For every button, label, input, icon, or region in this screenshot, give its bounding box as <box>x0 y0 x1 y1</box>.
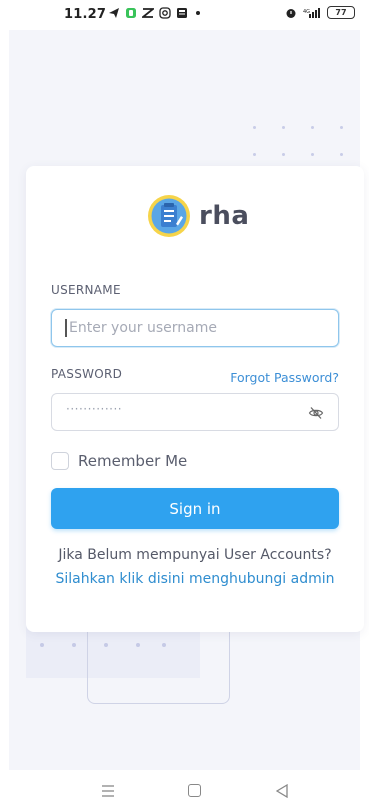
username-input[interactable]: Enter your username <box>51 309 339 347</box>
password-value: ············· <box>66 402 123 416</box>
brand-name: rha <box>199 201 250 231</box>
battery-indicator: 77 <box>327 6 355 19</box>
username-label: USERNAME <box>51 283 121 297</box>
login-card: rha USERNAME Enter your username PASSWOR… <box>26 166 364 632</box>
system-icons: 4G 77 <box>285 6 355 19</box>
remember-me-row[interactable]: Remember Me <box>51 452 187 470</box>
brand: rha <box>147 194 249 238</box>
grid-app-icon <box>142 8 154 18</box>
svg-text:4G: 4G <box>303 9 310 15</box>
instagram-icon <box>159 7 171 19</box>
news-icon <box>177 8 187 18</box>
text-caret <box>65 319 67 337</box>
clipboard-logo-icon <box>148 195 190 237</box>
more-notifications-dot <box>196 11 200 15</box>
forgot-password-link[interactable]: Forgot Password? <box>230 370 339 385</box>
notification-icons <box>108 7 200 19</box>
menu-icon[interactable] <box>101 785 115 797</box>
sign-in-button[interactable]: Sign in <box>51 488 339 529</box>
app-icon <box>126 8 136 18</box>
alarm-icon <box>286 8 296 18</box>
status-time: 11.27 <box>64 7 107 22</box>
eye-off-icon[interactable] <box>308 405 324 421</box>
telegram-icon <box>109 8 119 18</box>
remember-me-label[interactable]: Remember Me <box>78 452 187 470</box>
navigation-bar <box>0 770 369 801</box>
decorative-dots-top <box>253 126 353 166</box>
contact-admin-link[interactable]: Silahkan klik disini menghubungi admin <box>26 571 364 587</box>
account-question: Jika Belum mempunyai User Accounts? <box>58 547 332 563</box>
signal-icon: 4G <box>303 7 320 18</box>
password-input[interactable]: ············· <box>51 393 339 431</box>
remember-me-checkbox[interactable] <box>51 452 69 470</box>
password-label: PASSWORD <box>51 367 123 381</box>
home-icon[interactable] <box>188 784 201 797</box>
status-bar: 11.27 4G 77 <box>0 0 369 30</box>
username-placeholder: Enter your username <box>69 320 217 336</box>
back-icon[interactable] <box>276 784 288 798</box>
